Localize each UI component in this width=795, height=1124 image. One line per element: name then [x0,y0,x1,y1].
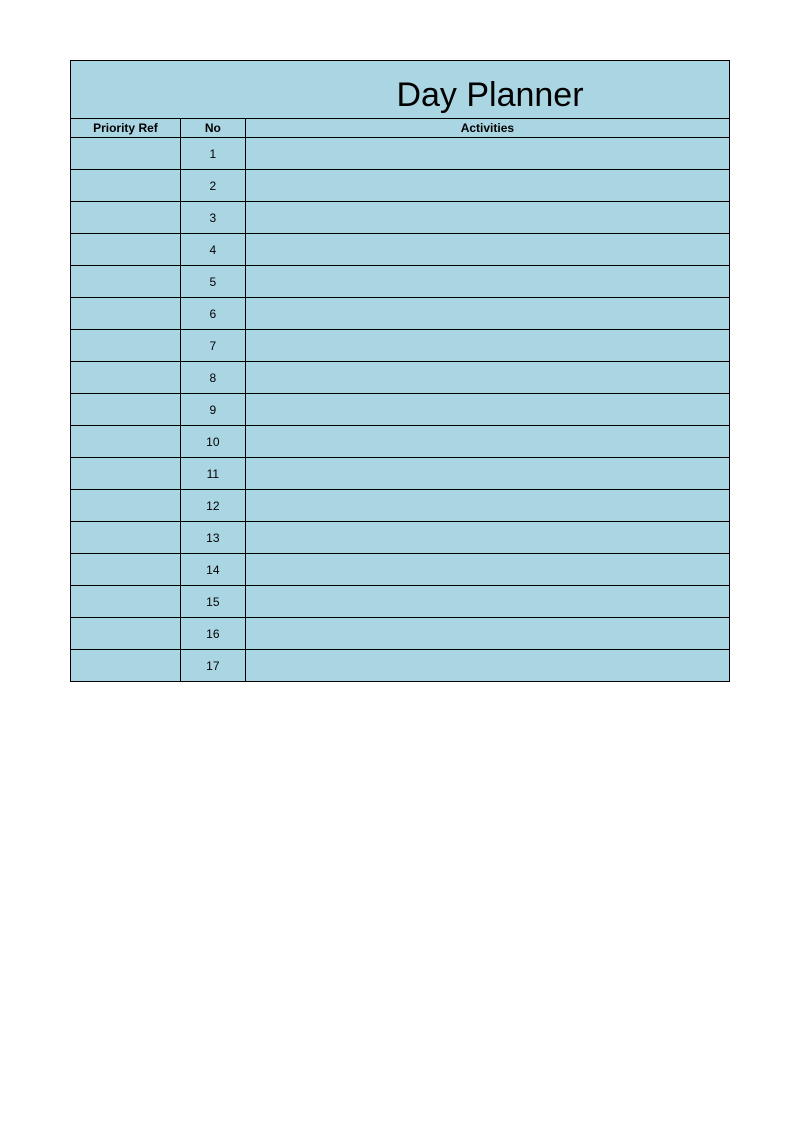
priority-cell [71,298,181,330]
activities-cell [245,458,729,490]
no-cell: 11 [180,458,245,490]
no-cell: 9 [180,394,245,426]
priority-cell [71,362,181,394]
activities-cell [245,650,729,682]
header-no: No [180,119,245,138]
priority-cell [71,234,181,266]
activities-cell [245,234,729,266]
priority-cell [71,490,181,522]
priority-cell [71,330,181,362]
no-cell: 16 [180,618,245,650]
header-priority: Priority Ref [71,119,181,138]
priority-cell [71,426,181,458]
table-row: 2 [71,170,730,202]
table-row: 15 [71,586,730,618]
table-row: 14 [71,554,730,586]
activities-cell [245,202,729,234]
no-cell: 2 [180,170,245,202]
no-cell: 12 [180,490,245,522]
activities-cell [245,522,729,554]
title-row: Day Planner [71,61,730,119]
priority-cell [71,586,181,618]
table-row: 17 [71,650,730,682]
no-cell: 5 [180,266,245,298]
activities-cell [245,138,729,170]
header-row: Priority Ref No Activities [71,119,730,138]
header-activities: Activities [245,119,729,138]
activities-cell [245,298,729,330]
no-cell: 10 [180,426,245,458]
day-planner-table: Day Planner Priority Ref No Activities 1… [70,60,730,682]
table-row: 3 [71,202,730,234]
no-cell: 1 [180,138,245,170]
no-cell: 7 [180,330,245,362]
table-row: 16 [71,618,730,650]
table-row: 4 [71,234,730,266]
no-cell: 13 [180,522,245,554]
no-cell: 6 [180,298,245,330]
no-cell: 8 [180,362,245,394]
table-row: 9 [71,394,730,426]
table-row: 11 [71,458,730,490]
activities-cell [245,426,729,458]
activities-cell [245,618,729,650]
priority-cell [71,522,181,554]
table-row: 1 [71,138,730,170]
no-cell: 4 [180,234,245,266]
priority-cell [71,202,181,234]
no-cell: 14 [180,554,245,586]
activities-cell [245,394,729,426]
no-cell: 3 [180,202,245,234]
table-row: 6 [71,298,730,330]
priority-cell [71,618,181,650]
table-row: 12 [71,490,730,522]
no-cell: 17 [180,650,245,682]
table-row: 8 [71,362,730,394]
planner-title: Day Planner [71,61,730,119]
activities-cell [245,362,729,394]
activities-cell [245,490,729,522]
activities-cell [245,330,729,362]
priority-cell [71,650,181,682]
activities-cell [245,170,729,202]
priority-cell [71,138,181,170]
table-row: 10 [71,426,730,458]
activities-cell [245,266,729,298]
priority-cell [71,170,181,202]
priority-cell [71,458,181,490]
priority-cell [71,554,181,586]
activities-cell [245,554,729,586]
table-row: 5 [71,266,730,298]
table-row: 13 [71,522,730,554]
activities-cell [245,586,729,618]
priority-cell [71,394,181,426]
no-cell: 15 [180,586,245,618]
table-row: 7 [71,330,730,362]
priority-cell [71,266,181,298]
